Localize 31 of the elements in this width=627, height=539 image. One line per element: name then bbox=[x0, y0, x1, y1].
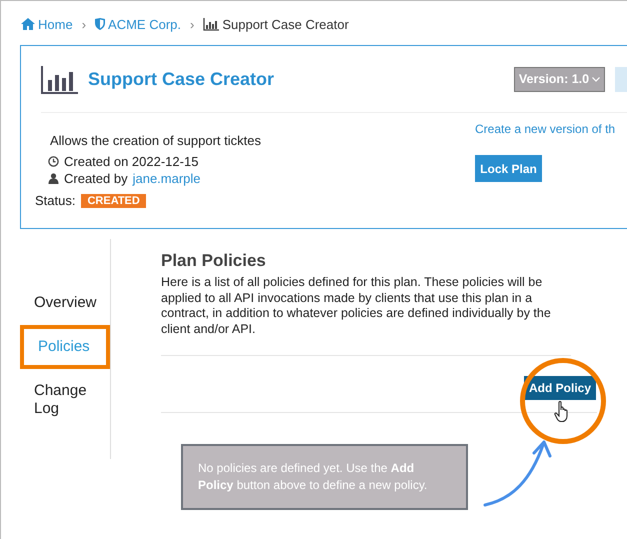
sidebar-item[interactable]: Change Log bbox=[20, 369, 110, 431]
breadcrumb-separator: › bbox=[190, 16, 194, 32]
status-badge: CREATED bbox=[81, 194, 146, 208]
add-policy-button[interactable]: Add Policy bbox=[524, 376, 596, 400]
user-icon bbox=[48, 173, 59, 184]
lock-plan-button[interactable]: Lock Plan bbox=[475, 155, 542, 182]
bar-chart-icon bbox=[41, 64, 79, 94]
breadcrumb-item[interactable]: ACME Corp. bbox=[108, 16, 181, 32]
created-by-label: Created by bbox=[64, 171, 128, 186]
shield-icon bbox=[95, 18, 106, 30]
hand-cursor-icon bbox=[554, 401, 570, 423]
section-description: Here is a list of all policies defined for this plan. These policies will be applied to all API invocations made by clients that use this plan in a contract, in addition to whatever policies are defined individually by the client and/or API. bbox=[161, 275, 571, 356]
plan-title: Support Case Creator bbox=[88, 68, 274, 90]
sidebar-item[interactable]: Overview bbox=[20, 281, 110, 325]
bar-chart-icon bbox=[203, 18, 220, 30]
home-icon bbox=[21, 18, 35, 30]
clock-icon bbox=[48, 156, 59, 167]
breadcrumb-item: Support Case Creator bbox=[222, 16, 349, 32]
created-date: Created on 2022-12-15 bbox=[64, 154, 198, 169]
sidebar-item[interactable]: Policies bbox=[20, 325, 110, 369]
status-label: Status: bbox=[35, 193, 76, 208]
caret-icon bbox=[592, 76, 600, 82]
empty-message: No policies are defined yet. Use the Add Policy button above to define a new policy. bbox=[181, 444, 468, 510]
section-title: Plan Policies bbox=[161, 251, 267, 271]
user-link[interactable]: jane.marple bbox=[132, 171, 201, 186]
new-version-link[interactable]: Create a new version of th bbox=[475, 122, 616, 136]
breadcrumb-item[interactable]: Home bbox=[38, 16, 73, 32]
breadcrumb-separator: › bbox=[82, 16, 86, 32]
version-dropdown[interactable]: Version: 1.0 bbox=[514, 66, 605, 92]
toolbar-button[interactable] bbox=[615, 66, 627, 92]
plan-description: Allows the creation of support ticktes bbox=[50, 133, 262, 150]
